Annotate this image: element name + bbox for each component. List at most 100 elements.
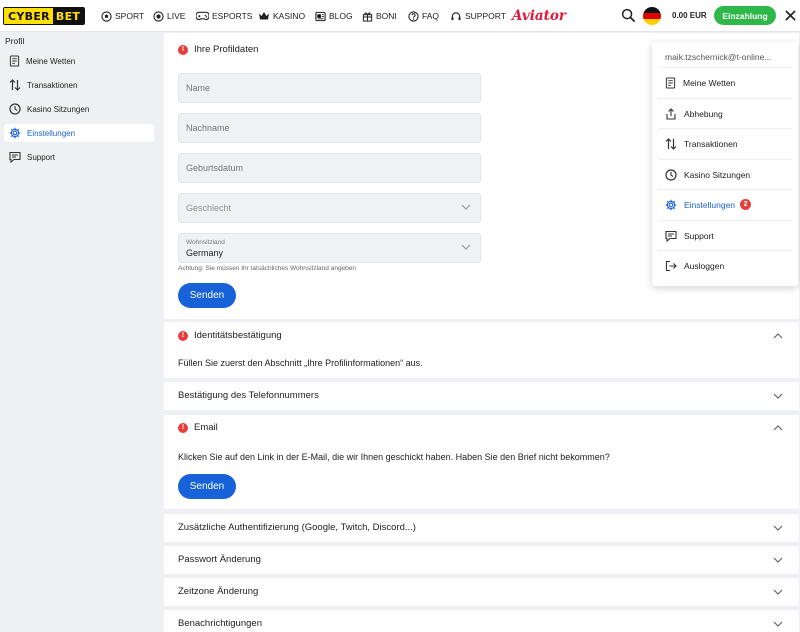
clock-icon <box>9 103 21 115</box>
withdraw-icon <box>666 107 676 120</box>
sidebar-item-einstellungen[interactable]: Einstellungen <box>4 124 154 142</box>
password-card[interactable]: Passwort Änderung <box>164 546 799 574</box>
transfer-arrows-icon <box>9 79 21 91</box>
menu-item-ausloggen[interactable]: Ausloggen <box>658 250 792 280</box>
aviator-link[interactable]: Aviator <box>512 8 566 24</box>
identity-title: Identitätsbestätigung <box>194 330 282 341</box>
menu-item-label: Kasino Sitzungen <box>684 169 751 180</box>
birthdate-input[interactable] <box>178 153 481 183</box>
sidebar-item-transaktionen[interactable]: Transaktionen <box>4 76 154 94</box>
identity-header[interactable]: ! Identitätsbestätigung <box>178 330 282 341</box>
newspaper-icon <box>315 11 326 21</box>
sidebar-title: Profil <box>5 36 25 46</box>
gear-icon <box>665 199 677 210</box>
chevron-down-icon <box>773 525 783 531</box>
chevron-up-icon[interactable] <box>773 333 783 339</box>
sidebar-item-support[interactable]: Support <box>4 148 154 166</box>
top-header: CYBER BET SPORT LIVE ESPORTS KASINO BLOG… <box>0 0 800 32</box>
menu-item-label: Meine Wetten <box>683 77 736 88</box>
auth-card[interactable]: Zusätzliche Authentifizierung (Google, T… <box>164 514 799 542</box>
nav-blog-label: BLOG <box>329 11 353 21</box>
menu-item-einstellungen[interactable]: Einstellungen 2 <box>658 189 792 219</box>
nav-live[interactable]: LIVE <box>153 0 185 32</box>
sidebar-item-label: Meine Wetten <box>26 56 76 66</box>
nav-support-label: SUPPORT <box>465 11 506 21</box>
profile-data-header[interactable]: ! Ihre Profildaten <box>178 44 258 55</box>
chat-icon <box>665 230 677 242</box>
clock-icon <box>665 168 677 181</box>
chevron-up-icon[interactable] <box>773 425 783 431</box>
deposit-button[interactable]: Einzahlung <box>714 6 776 25</box>
phone-title: Bestätigung des Telefonnummers <box>178 390 319 401</box>
gift-icon <box>362 11 373 22</box>
chevron-down-icon <box>773 393 783 399</box>
menu-item-label: Einstellungen <box>684 199 736 210</box>
menu-item-meine-wetten[interactable]: Meine Wetten <box>658 67 792 97</box>
user-menu-dropdown: maik.tzschernick@t-online... Meine Wette… <box>652 42 798 286</box>
email-send-button[interactable]: Senden <box>178 474 236 499</box>
chat-icon <box>9 151 21 163</box>
notification-badge: 2 <box>740 199 752 210</box>
receipt-icon <box>9 55 20 67</box>
sidebar-item-label: Support <box>27 152 56 162</box>
cyberbet-logo[interactable]: CYBER BET <box>3 7 86 25</box>
timezone-title: Zeitzone Änderung <box>178 586 259 597</box>
profile-data-title: Ihre Profildaten <box>194 44 259 55</box>
profile-send-button[interactable]: Senden <box>178 283 236 308</box>
auth-title: Zusätzliche Authentifizierung (Google, T… <box>178 522 416 533</box>
chevron-down-icon <box>773 557 783 563</box>
sidebar-item-label: Kasino Sitzungen <box>27 104 90 114</box>
gear-icon <box>9 127 21 139</box>
menu-item-abhebung[interactable]: Abhebung <box>658 98 792 128</box>
search-icon[interactable] <box>621 8 636 23</box>
residence-warning: Achtung: Sie müssen Ihr tatsächliches Wo… <box>178 265 357 272</box>
residence-label: Wohnsitzland <box>186 239 225 246</box>
nav-sport[interactable]: SPORT <box>101 0 144 32</box>
nav-boni[interactable]: BONI <box>362 0 397 32</box>
chevron-down-icon <box>773 589 783 595</box>
menu-item-label: Abhebung <box>684 108 723 119</box>
residence-value: Germany <box>186 248 224 258</box>
logout-icon <box>665 260 677 271</box>
nav-faq[interactable]: FAQ <box>408 0 439 32</box>
residence-select[interactable]: Wohnsitzland Germany <box>178 233 481 263</box>
receipt-icon <box>665 76 676 89</box>
menu-item-transaktionen[interactable]: Transaktionen <box>658 128 792 158</box>
gamepad-icon <box>196 11 209 21</box>
alert-icon: ! <box>178 44 188 55</box>
nav-faq-label: FAQ <box>422 11 440 21</box>
german-flag-icon[interactable] <box>643 7 661 25</box>
close-icon[interactable] <box>785 10 796 21</box>
timezone-card[interactable]: Zeitzone Änderung <box>164 578 799 606</box>
notifications-card[interactable]: Benachrichtigungen <box>164 610 799 632</box>
chevron-down-icon <box>461 244 471 250</box>
chevron-down-icon <box>773 621 783 627</box>
email-header[interactable]: ! Email <box>178 422 218 433</box>
nav-esports[interactable]: ESPORTS <box>196 0 252 32</box>
sidebar-item-label: Einstellungen <box>27 128 76 138</box>
gender-select[interactable]: Geschlecht <box>178 193 481 223</box>
name-input[interactable] <box>178 73 481 103</box>
email-title: Email <box>194 422 218 433</box>
phone-card[interactable]: Bestätigung des Telefonnummers <box>164 382 799 410</box>
sidebar-item-meine-wetten[interactable]: Meine Wetten <box>4 52 154 70</box>
soccer-ball-icon <box>101 10 112 22</box>
alert-icon: ! <box>178 422 188 433</box>
identity-card: ! Identitätsbestätigung Füllen Sie zuers… <box>164 322 799 378</box>
transfer-arrows-icon <box>665 137 677 150</box>
nav-support[interactable]: SUPPORT <box>450 0 506 32</box>
alert-icon: ! <box>178 330 188 341</box>
email-card: ! Email Klicken Sie auf den Link in der … <box>164 415 799 509</box>
menu-item-support[interactable]: Support <box>658 220 792 250</box>
email-text: Klicken Sie auf den Link in der E-Mail, … <box>178 452 610 462</box>
lastname-input[interactable] <box>178 113 481 143</box>
sidebar-item-kasino-sitzungen[interactable]: Kasino Sitzungen <box>4 100 154 118</box>
logo-text-left: CYBER <box>4 8 53 24</box>
question-icon <box>408 10 419 22</box>
nav-kasino[interactable]: KASINO <box>258 0 305 32</box>
nav-boni-label: BONI <box>376 11 397 21</box>
menu-item-kasino-sitzungen[interactable]: Kasino Sitzungen <box>658 159 792 189</box>
nav-blog[interactable]: BLOG <box>315 0 353 32</box>
password-title: Passwort Änderung <box>178 554 261 565</box>
crown-icon <box>259 12 269 20</box>
